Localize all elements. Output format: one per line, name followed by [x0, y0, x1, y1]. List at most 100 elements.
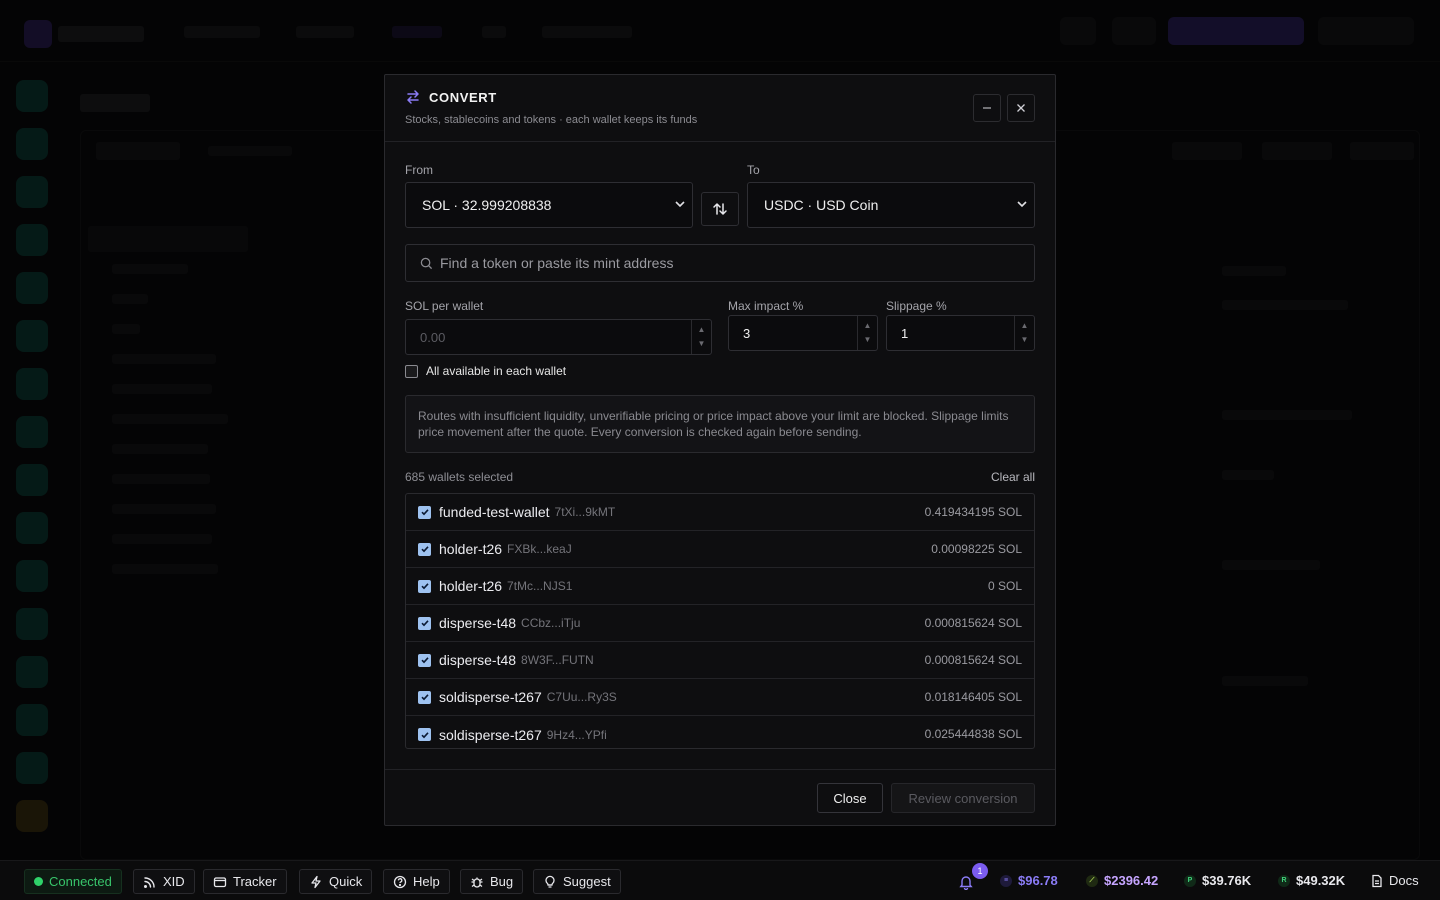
wallet-name: soldisperse-t267 [439, 726, 542, 743]
slippage-input[interactable]: 1 ▲ ▼ [886, 315, 1035, 351]
document-icon [1372, 874, 1382, 887]
chevron-down-icon [1017, 201, 1027, 208]
suggest-button[interactable]: Suggest [533, 869, 621, 894]
from-token-select[interactable]: SOL · 32.999208838 [405, 182, 693, 228]
wallet-balance: 0.000815624 SOL [924, 616, 1022, 630]
slippage-label: Slippage % [886, 299, 947, 313]
docs-link[interactable]: Docs [1370, 873, 1419, 888]
price-value: $2396.42 [1104, 873, 1159, 888]
checkmark-icon [420, 657, 429, 664]
wallet-name: funded-test-wallet [439, 504, 550, 520]
wallet-row[interactable]: disperse-t48 CCbz...iTju 0.000815624 SOL [406, 605, 1034, 642]
wallet-row[interactable]: holder-t26 FXBk...keaJ 0.00098225 SOL [406, 531, 1034, 568]
wallet-address: 9Hz4...YPfi [546, 727, 607, 742]
close-button[interactable]: Close [817, 783, 883, 813]
wallet-name: soldisperse-t267 [439, 689, 542, 705]
max-impact-input[interactable]: 3 ▲ ▼ [728, 315, 878, 351]
minimize-icon [983, 107, 991, 109]
wallet-icon [213, 876, 227, 887]
price-value: $49.32K [1296, 873, 1346, 888]
checkmark-icon [420, 509, 429, 516]
minimize-button[interactable] [973, 94, 1001, 122]
help-label: Help [413, 874, 440, 889]
wallet-address: CCbz...iTju [521, 616, 581, 630]
wallet-address: C7Uu...Ry3S [546, 690, 617, 704]
xid-button[interactable]: XID [133, 869, 195, 894]
swap-direction-button[interactable] [701, 192, 739, 226]
wallet-balance: 0.025444838 SOL [924, 727, 1022, 741]
bug-button[interactable]: Bug [460, 869, 524, 894]
checkbox-unchecked[interactable] [405, 364, 418, 378]
close-dialog-button[interactable] [1007, 94, 1035, 122]
quick-button[interactable]: Quick [299, 869, 373, 894]
stepper-down-icon: ▼ [1020, 335, 1029, 344]
docs-label: Docs [1389, 873, 1419, 888]
wallet-checkbox[interactable] [418, 653, 431, 667]
max-impact-value: 3 [743, 325, 751, 341]
wallet-address: FXBk...keaJ [507, 542, 572, 556]
wallet-checkbox[interactable] [418, 505, 431, 519]
review-conversion-button[interactable]: Review conversion [891, 783, 1035, 813]
stepper-up-icon: ▲ [863, 321, 872, 330]
dialog-title: CONVERT [429, 90, 497, 105]
help-button[interactable]: Help [383, 869, 450, 894]
to-label: To [747, 163, 760, 177]
wallet-list: funded-test-wallet 7tXi...9kMT 0.419434195… [405, 493, 1035, 749]
connection-status[interactable]: Connected [24, 869, 122, 894]
stepper-up-icon: ▲ [697, 325, 706, 334]
wallet-checkbox[interactable] [418, 690, 431, 704]
token-search-input[interactable]: Find a token or paste its mint address [405, 244, 1035, 282]
wallet-checkbox[interactable] [418, 542, 431, 556]
search-placeholder: Find a token or paste its mint address [440, 255, 674, 271]
swap-arrows-icon [713, 203, 727, 215]
wallet-row[interactable]: disperse-t48 8W3F...FUTN 0.000815624 SOL [406, 642, 1034, 679]
chevron-down-icon [675, 201, 685, 208]
wallet-balance: 0.00098225 SOL [931, 542, 1022, 556]
quick-label: Quick [329, 874, 363, 889]
sol-per-wallet-input[interactable]: 0.00 ▲ ▼ [405, 319, 712, 355]
tracker-button[interactable]: Tracker [203, 869, 287, 894]
connection-label: Connected [49, 874, 112, 889]
lightning-icon [311, 875, 321, 888]
wallet-row[interactable]: soldisperse-t267 C7Uu...Ry3S 0.018146405 S… [406, 679, 1034, 716]
routing-notice: Routes with insufficient liquidity, unve… [405, 395, 1035, 453]
clear-all-button[interactable]: Clear all [991, 470, 1035, 484]
price-item[interactable]: ⟋ $2396.42 [1086, 873, 1158, 888]
wallet-address: 7tXi...9kMT [554, 505, 616, 519]
stepper-up-icon: ▲ [1020, 321, 1029, 330]
price-item[interactable]: ≡ $96.78 [1000, 873, 1058, 888]
wallet-row[interactable]: funded-test-wallet 7tXi...9kMT 0.419434195… [406, 494, 1034, 531]
price-item[interactable]: R $49.32K [1278, 873, 1345, 888]
wallet-checkbox[interactable] [418, 728, 431, 741]
price-item[interactable]: P $39.76K [1184, 873, 1251, 888]
slippage-stepper[interactable]: ▲ ▼ [1014, 316, 1034, 350]
wallet-name: holder-t26 [439, 578, 503, 594]
wallet-balance: 0.018146405 SOL [924, 690, 1022, 704]
status-bar: Connected XID Tracker Quick Help Bug Sug… [0, 860, 1440, 900]
bug-label: Bug [490, 874, 514, 889]
all-available-checkbox[interactable]: All available in each wallet [405, 364, 566, 378]
wallet-address: 7tMc...NJS1 [507, 579, 573, 593]
notification-badge: 1 [972, 863, 988, 879]
wallet-row[interactable]: soldisperse-t267 9Hz4...YPfi 0.025444838 S… [406, 716, 1034, 748]
wallet-checkbox[interactable] [418, 579, 431, 593]
convert-dialog: CONVERT Stocks, stablecoins and tokens ·… [384, 74, 1056, 826]
help-circle-icon [393, 875, 407, 888]
max-impact-stepper[interactable]: ▲ ▼ [857, 316, 877, 350]
wallet-row[interactable]: holder-t26 7tMc...NJS1 0 SOL [406, 568, 1034, 605]
bell-icon[interactable] [958, 874, 974, 890]
eth-icon: ⟋ [1086, 874, 1098, 887]
slippage-value: 1 [901, 325, 909, 341]
sol-per-wallet-stepper[interactable]: ▲ ▼ [691, 320, 711, 354]
convert-arrows-icon [407, 90, 419, 104]
wallet-name: holder-t26 [439, 541, 503, 557]
bug-icon [471, 877, 483, 888]
suggest-label: Suggest [563, 874, 611, 889]
wallet-balance: 0.000815624 SOL [924, 653, 1022, 667]
to-token-select[interactable]: USDC · USD Coin [747, 182, 1035, 228]
status-dot-icon [34, 877, 43, 886]
to-token-value: USDC · USD Coin [764, 197, 879, 213]
wallet-checkbox[interactable] [418, 616, 431, 630]
max-impact-label: Max impact % [728, 299, 804, 313]
close-icon [1017, 104, 1025, 112]
